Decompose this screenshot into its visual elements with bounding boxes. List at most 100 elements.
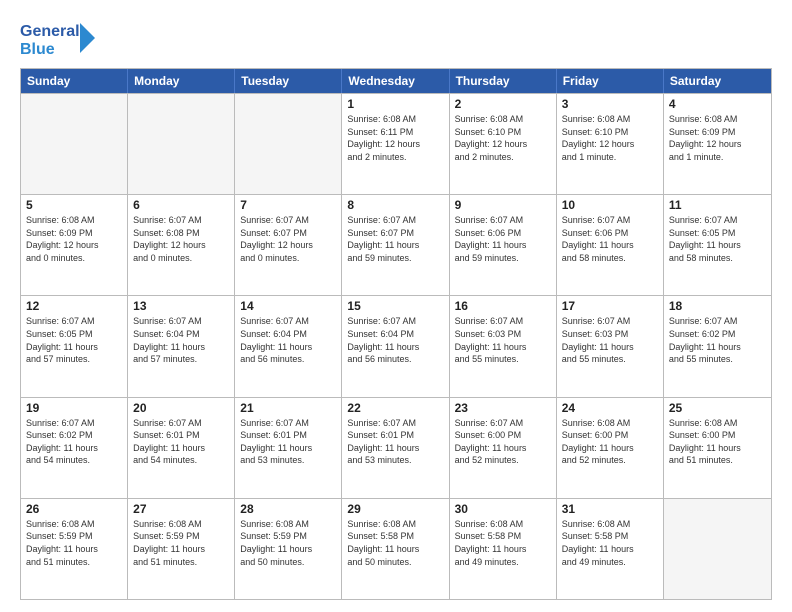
calendar-cell: 29 Sunrise: 6:08 AM Sunset: 5:58 PM Dayli… (342, 499, 449, 599)
logo: GeneralBlue (20, 18, 100, 58)
day-info: Sunrise: 6:07 AM Sunset: 6:03 PM Dayligh… (455, 315, 551, 365)
day-info: Sunrise: 6:08 AM Sunset: 5:58 PM Dayligh… (347, 518, 443, 568)
calendar-cell (664, 499, 771, 599)
logo-icon: GeneralBlue (20, 18, 100, 58)
day-number: 15 (347, 299, 443, 313)
day-info: Sunrise: 6:08 AM Sunset: 6:10 PM Dayligh… (455, 113, 551, 163)
calendar: SundayMondayTuesdayWednesdayThursdayFrid… (20, 68, 772, 600)
day-info: Sunrise: 6:07 AM Sunset: 6:08 PM Dayligh… (133, 214, 229, 264)
calendar-cell: 19 Sunrise: 6:07 AM Sunset: 6:02 PM Dayli… (21, 398, 128, 498)
calendar-cell: 3Sunrise: 6:08 AM Sunset: 6:10 PM Daylig… (557, 94, 664, 194)
day-info: Sunrise: 6:07 AM Sunset: 6:07 PM Dayligh… (347, 214, 443, 264)
day-number: 18 (669, 299, 766, 313)
day-number: 17 (562, 299, 658, 313)
day-info: Sunrise: 6:08 AM Sunset: 6:11 PM Dayligh… (347, 113, 443, 163)
calendar-header-row: SundayMondayTuesdayWednesdayThursdayFrid… (21, 69, 771, 93)
calendar-header-cell: Sunday (21, 69, 128, 93)
day-info: Sunrise: 6:07 AM Sunset: 6:01 PM Dayligh… (133, 417, 229, 467)
day-number: 6 (133, 198, 229, 212)
svg-text:Blue: Blue (20, 41, 55, 58)
calendar-header-cell: Monday (128, 69, 235, 93)
calendar-body: 1 Sunrise: 6:08 AM Sunset: 6:11 PM Daylig… (21, 93, 771, 599)
day-number: 26 (26, 502, 122, 516)
day-info: Sunrise: 6:08 AM Sunset: 6:09 PM Dayligh… (26, 214, 122, 264)
day-info: Sunrise: 6:07 AM Sunset: 6:02 PM Dayligh… (26, 417, 122, 467)
calendar-cell: 24Sunrise: 6:08 AM Sunset: 6:00 PM Dayli… (557, 398, 664, 498)
day-info: Sunrise: 6:07 AM Sunset: 6:04 PM Dayligh… (133, 315, 229, 365)
day-number: 23 (455, 401, 551, 415)
day-number: 10 (562, 198, 658, 212)
day-info: Sunrise: 6:07 AM Sunset: 6:07 PM Dayligh… (240, 214, 336, 264)
day-number: 12 (26, 299, 122, 313)
day-number: 29 (347, 502, 443, 516)
calendar-cell: 11Sunrise: 6:07 AM Sunset: 6:05 PM Dayli… (664, 195, 771, 295)
calendar-cell: 8 Sunrise: 6:07 AM Sunset: 6:07 PM Daylig… (342, 195, 449, 295)
day-number: 21 (240, 401, 336, 415)
calendar-cell: 26 Sunrise: 6:08 AM Sunset: 5:59 PM Dayli… (21, 499, 128, 599)
calendar-cell: 28 Sunrise: 6:08 AM Sunset: 5:59 PM Dayli… (235, 499, 342, 599)
calendar-cell: 23 Sunrise: 6:07 AM Sunset: 6:00 PM Dayli… (450, 398, 557, 498)
day-info: Sunrise: 6:07 AM Sunset: 6:04 PM Dayligh… (240, 315, 336, 365)
day-info: Sunrise: 6:07 AM Sunset: 6:06 PM Dayligh… (562, 214, 658, 264)
calendar-cell: 7 Sunrise: 6:07 AM Sunset: 6:07 PM Daylig… (235, 195, 342, 295)
calendar-cell: 16 Sunrise: 6:07 AM Sunset: 6:03 PM Dayli… (450, 296, 557, 396)
day-info: Sunrise: 6:08 AM Sunset: 5:59 PM Dayligh… (133, 518, 229, 568)
calendar-header-cell: Friday (557, 69, 664, 93)
calendar-header-cell: Thursday (450, 69, 557, 93)
calendar-cell: 9Sunrise: 6:07 AM Sunset: 6:06 PM Daylig… (450, 195, 557, 295)
day-info: Sunrise: 6:07 AM Sunset: 6:05 PM Dayligh… (26, 315, 122, 365)
calendar-header-cell: Saturday (664, 69, 771, 93)
day-number: 5 (26, 198, 122, 212)
calendar-cell: 2 Sunrise: 6:08 AM Sunset: 6:10 PM Daylig… (450, 94, 557, 194)
day-info: Sunrise: 6:07 AM Sunset: 6:02 PM Dayligh… (669, 315, 766, 365)
day-number: 11 (669, 198, 766, 212)
calendar-cell: 1 Sunrise: 6:08 AM Sunset: 6:11 PM Daylig… (342, 94, 449, 194)
day-number: 8 (347, 198, 443, 212)
day-number: 25 (669, 401, 766, 415)
day-info: Sunrise: 6:08 AM Sunset: 5:59 PM Dayligh… (26, 518, 122, 568)
calendar-cell: 17 Sunrise: 6:07 AM Sunset: 6:03 PM Dayli… (557, 296, 664, 396)
day-info: Sunrise: 6:08 AM Sunset: 6:00 PM Dayligh… (562, 417, 658, 467)
calendar-cell: 25 Sunrise: 6:08 AM Sunset: 6:00 PM Dayli… (664, 398, 771, 498)
calendar-cell: 14 Sunrise: 6:07 AM Sunset: 6:04 PM Dayli… (235, 296, 342, 396)
day-info: Sunrise: 6:08 AM Sunset: 6:09 PM Dayligh… (669, 113, 766, 163)
day-number: 7 (240, 198, 336, 212)
day-number: 28 (240, 502, 336, 516)
day-info: Sunrise: 6:08 AM Sunset: 6:00 PM Dayligh… (669, 417, 766, 467)
header: GeneralBlue (20, 18, 772, 58)
calendar-cell (235, 94, 342, 194)
day-info: Sunrise: 6:07 AM Sunset: 6:03 PM Dayligh… (562, 315, 658, 365)
day-number: 16 (455, 299, 551, 313)
day-number: 22 (347, 401, 443, 415)
day-number: 19 (26, 401, 122, 415)
calendar-cell: 6 Sunrise: 6:07 AM Sunset: 6:08 PM Daylig… (128, 195, 235, 295)
day-info: Sunrise: 6:07 AM Sunset: 6:01 PM Dayligh… (347, 417, 443, 467)
page: GeneralBlue SundayMondayTuesdayWednesday… (0, 0, 792, 612)
day-info: Sunrise: 6:07 AM Sunset: 6:00 PM Dayligh… (455, 417, 551, 467)
svg-text:General: General (20, 23, 80, 40)
calendar-cell: 20Sunrise: 6:07 AM Sunset: 6:01 PM Dayli… (128, 398, 235, 498)
day-number: 9 (455, 198, 551, 212)
calendar-week: 5 Sunrise: 6:08 AM Sunset: 6:09 PM Daylig… (21, 194, 771, 295)
calendar-cell: 5 Sunrise: 6:08 AM Sunset: 6:09 PM Daylig… (21, 195, 128, 295)
day-number: 31 (562, 502, 658, 516)
day-info: Sunrise: 6:08 AM Sunset: 5:58 PM Dayligh… (562, 518, 658, 568)
calendar-week: 19 Sunrise: 6:07 AM Sunset: 6:02 PM Dayli… (21, 397, 771, 498)
day-info: Sunrise: 6:08 AM Sunset: 5:59 PM Dayligh… (240, 518, 336, 568)
calendar-cell: 12 Sunrise: 6:07 AM Sunset: 6:05 PM Dayli… (21, 296, 128, 396)
day-number: 14 (240, 299, 336, 313)
day-info: Sunrise: 6:07 AM Sunset: 6:04 PM Dayligh… (347, 315, 443, 365)
day-info: Sunrise: 6:08 AM Sunset: 5:58 PM Dayligh… (455, 518, 551, 568)
calendar-cell (128, 94, 235, 194)
calendar-cell: 18 Sunrise: 6:07 AM Sunset: 6:02 PM Dayli… (664, 296, 771, 396)
day-info: Sunrise: 6:08 AM Sunset: 6:10 PM Dayligh… (562, 113, 658, 163)
calendar-cell: 30 Sunrise: 6:08 AM Sunset: 5:58 PM Dayli… (450, 499, 557, 599)
calendar-cell: 4 Sunrise: 6:08 AM Sunset: 6:09 PM Daylig… (664, 94, 771, 194)
day-number: 1 (347, 97, 443, 111)
day-number: 2 (455, 97, 551, 111)
calendar-header-cell: Wednesday (342, 69, 449, 93)
day-number: 30 (455, 502, 551, 516)
calendar-cell: 13Sunrise: 6:07 AM Sunset: 6:04 PM Dayli… (128, 296, 235, 396)
day-number: 4 (669, 97, 766, 111)
day-info: Sunrise: 6:07 AM Sunset: 6:01 PM Dayligh… (240, 417, 336, 467)
